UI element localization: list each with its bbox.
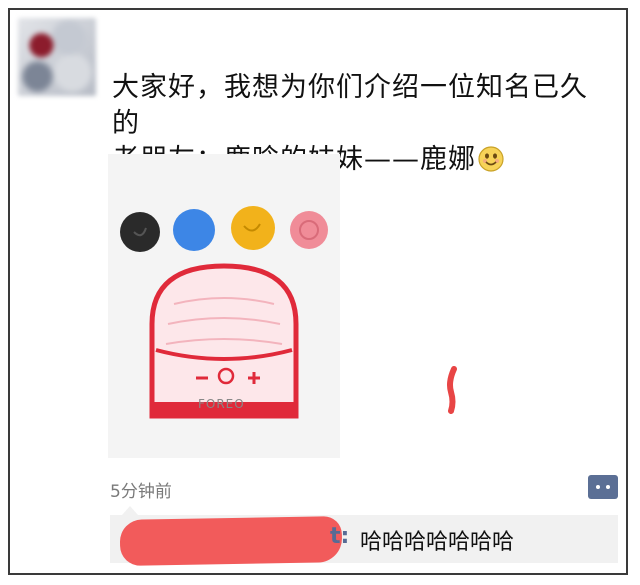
more-options-button[interactable] (588, 475, 618, 499)
redacted-name (119, 516, 343, 566)
pink-dot (290, 211, 328, 249)
device-outline (149, 263, 299, 419)
comment-pointer (122, 506, 138, 515)
more-dot-icon (596, 485, 600, 489)
red-scribble (445, 366, 459, 414)
smiley-face-icon (478, 146, 504, 172)
black-dot (120, 212, 160, 252)
device-label: FOREO (198, 397, 245, 411)
avatar[interactable] (18, 18, 96, 96)
post-image[interactable]: FOREO (108, 154, 340, 458)
commenter-name[interactable]: t: (330, 524, 349, 549)
more-dot-icon (606, 485, 610, 489)
yellow-dot (231, 206, 275, 250)
post-text-line1: 大家好，我想为你们介绍一位知名已久的 (112, 72, 588, 139)
timestamp: 5分钟前 (110, 482, 172, 502)
blue-dot (173, 209, 215, 251)
comment-text: 哈哈哈哈哈哈哈 (360, 530, 515, 555)
